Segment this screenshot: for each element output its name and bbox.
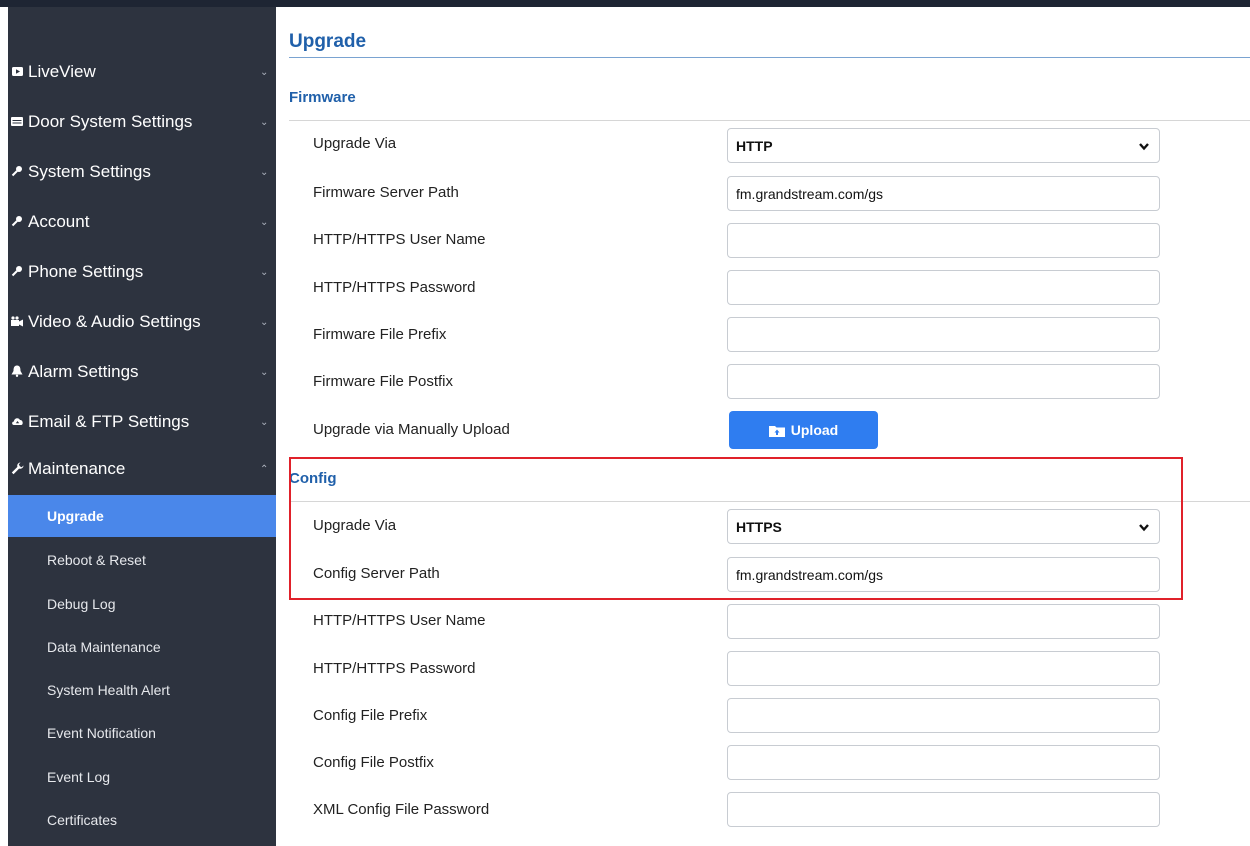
video-icon [10,66,24,78]
chevron-down-icon: ⌄ [260,366,269,378]
wrench-icon [10,462,24,477]
label-config-file-prefix: Config File Prefix [313,707,428,724]
sidebar-item-phone-settings[interactable]: Phone Settings ⌄ [8,252,276,292]
chevron-down-icon: ⌄ [260,116,269,128]
label-firmware-upgrade-via: Upgrade Via [313,135,397,152]
label-xml-config-password: XML Config File Password [313,801,490,818]
sidebar-subitem-debug-log[interactable]: Debug Log [8,583,276,625]
panel-icon [10,116,24,128]
firmware-user-name-input[interactable] [727,223,1160,258]
sidebar-subitem-data-maintenance[interactable]: Data Maintenance [8,626,276,668]
top-bar [0,0,1250,7]
config-server-path-input[interactable]: fm.grandstream.com/gs [727,557,1160,592]
sidebar-item-system-settings[interactable]: System Settings ⌄ [8,152,276,192]
firmware-upgrade-via-select[interactable]: HTTP [727,128,1160,163]
select-value: HTTP [736,137,773,154]
firmware-file-postfix-input[interactable] [727,364,1160,399]
label-firmware-password: HTTP/HTTPS Password [313,279,476,296]
label-config-file-postfix: Config File Postfix [313,754,434,771]
sidebar-item-video-audio-settings[interactable]: Video & Audio Settings ⌄ [8,302,276,342]
cloud-icon [10,416,24,429]
label-firmware-file-prefix: Firmware File Prefix [313,326,447,343]
section-divider [289,501,1250,502]
sidebar-item-maintenance[interactable]: Maintenance ⌃ [8,449,276,489]
chevron-up-icon: ⌃ [260,463,269,475]
chevron-down-icon: ⌄ [260,316,269,328]
camera-icon [10,315,24,329]
sidebar-subitem-system-health-alert[interactable]: System Health Alert [8,669,276,711]
chevron-down-icon: ⌄ [260,416,269,428]
sidebar-subitem-event-notification[interactable]: Event Notification [8,712,276,754]
label-manual-upload: Upgrade via Manually Upload [313,421,510,438]
config-upgrade-via-select[interactable]: HTTPS [727,509,1160,544]
section-title-config: Config [289,470,337,487]
folder-upload-icon [768,424,785,437]
sidebar-item-label: Email & FTP Settings [28,412,190,431]
sidebar-item-label: Video & Audio Settings [28,312,201,331]
section-divider [289,120,1250,121]
label-firmware-server-path: Firmware Server Path [313,184,459,201]
label-firmware-user-name: HTTP/HTTPS User Name [313,231,486,248]
config-file-postfix-input[interactable] [727,745,1160,780]
label-config-server-path: Config Server Path [313,565,440,582]
sidebar-item-alarm-settings[interactable]: Alarm Settings ⌄ [8,352,276,392]
bell-icon [10,365,24,379]
sidebar-item-account[interactable]: Account ⌄ [8,202,276,242]
sidebar: LiveView ⌄ Door System Settings ⌄ System… [8,7,276,846]
label-config-user-name: HTTP/HTTPS User Name [313,612,486,629]
key-icon [10,215,24,229]
sidebar-item-door-system-settings[interactable]: Door System Settings ⌄ [8,102,276,142]
sidebar-item-label: Alarm Settings [28,362,139,381]
config-user-name-input[interactable] [727,604,1160,639]
chevron-down-icon: ⌄ [260,166,269,178]
upload-button-label: Upload [790,422,839,438]
sidebar-item-label: Door System Settings [28,112,193,131]
chevron-down-icon: ⌄ [260,216,269,228]
firmware-server-path-input[interactable]: fm.grandstream.com/gs [727,176,1160,211]
key-icon [10,165,24,179]
sidebar-item-label: Phone Settings [28,262,144,281]
sidebar-subitem-event-log[interactable]: Event Log [8,756,276,798]
config-file-prefix-input[interactable] [727,698,1160,733]
sidebar-item-email-ftp-settings[interactable]: Email & FTP Settings ⌄ [8,402,276,442]
sidebar-item-liveview[interactable]: LiveView ⌄ [8,52,276,92]
title-divider [289,57,1250,58]
chevron-down-icon: ⌄ [260,266,269,278]
firmware-password-input[interactable] [727,270,1160,305]
sidebar-item-label: Account [28,212,90,231]
xml-config-password-input[interactable] [727,792,1160,827]
label-config-password: HTTP/HTTPS Password [313,660,476,677]
chevron-down-icon: ⌄ [260,66,269,78]
key-icon [10,265,24,279]
sidebar-subitem-reboot-reset[interactable]: Reboot & Reset [8,539,276,581]
label-firmware-file-postfix: Firmware File Postfix [313,373,454,390]
chevron-down-icon [1137,139,1151,153]
chevron-down-icon [1137,520,1151,534]
label-config-upgrade-via: Upgrade Via [313,517,397,534]
sidebar-item-label: System Settings [28,162,151,181]
config-password-input[interactable] [727,651,1160,686]
sidebar-item-label: LiveView [28,62,96,81]
page-title: Upgrade [289,31,367,52]
select-value: HTTPS [736,518,782,535]
upload-button[interactable]: Upload [729,411,878,449]
sidebar-item-label: Maintenance [28,459,126,478]
sidebar-subitem-certificates[interactable]: Certificates [8,799,276,841]
section-title-firmware: Firmware [289,89,356,106]
firmware-file-prefix-input[interactable] [727,317,1160,352]
sidebar-subitem-upgrade[interactable]: Upgrade [8,495,276,537]
